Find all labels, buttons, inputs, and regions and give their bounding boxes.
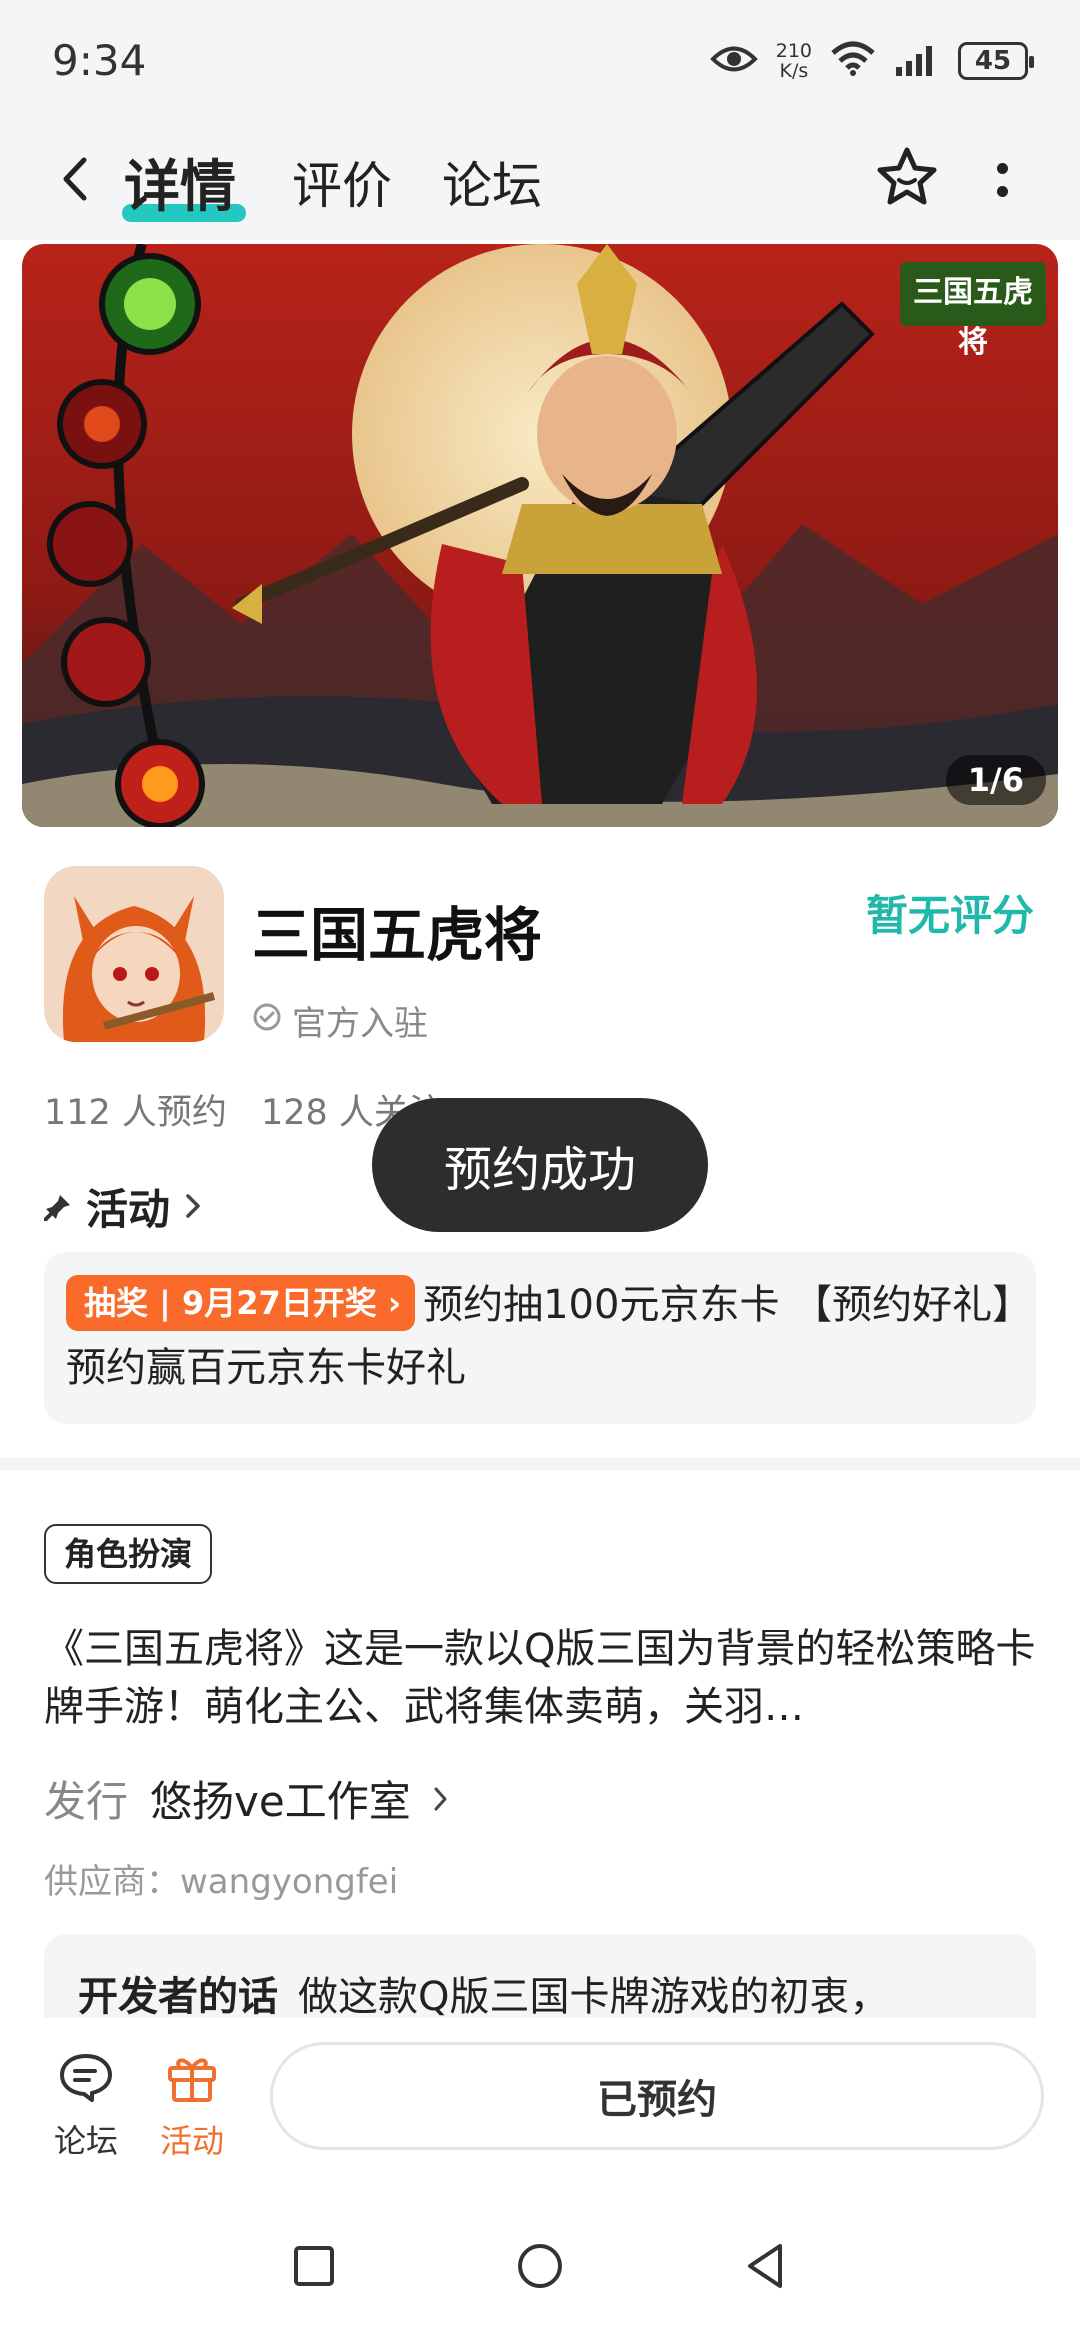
battery-icon: 45: [958, 42, 1034, 80]
genre-tag[interactable]: 角色扮演: [44, 1524, 213, 1584]
activity-tab-label: 活动: [159, 2122, 224, 2160]
back-icon[interactable]: [50, 154, 100, 204]
developer-note-text: 做这款Q版三国卡牌游戏的初衷，: [298, 1974, 890, 2018]
reservation-count: 112 人预约: [44, 1093, 227, 1133]
status-icons: 210 K/s 45: [709, 36, 1034, 86]
recent-apps-icon[interactable]: [284, 2236, 344, 2296]
banner-logo-text: 三国五虎将: [913, 275, 1033, 360]
app-title: 三国五虎将: [252, 901, 543, 969]
tab-forum[interactable]: 论坛: [442, 146, 542, 218]
more-options-icon[interactable]: [984, 152, 1020, 208]
publisher-name: 悠扬ve工作室: [150, 1777, 411, 1826]
reservation-success-toast: 预约成功: [372, 1098, 708, 1232]
net-speed-value: 210: [775, 40, 812, 62]
top-nav: 详情 评价 论坛: [0, 120, 1080, 240]
network-speed: 210 K/s: [776, 41, 812, 81]
chevron-right-icon: [433, 1774, 449, 1823]
tab-details[interactable]: 详情: [124, 142, 236, 223]
net-speed-unit: K/s: [779, 60, 809, 82]
activity-button[interactable]: 活动: [152, 2052, 232, 2162]
tab-reviews[interactable]: 评价: [292, 146, 392, 218]
app-icon: [44, 866, 224, 1042]
banner-page-counter: 1/6: [945, 755, 1046, 805]
reserved-button[interactable]: 已预约: [270, 2042, 1044, 2150]
activity-title: 活动: [86, 1185, 171, 1234]
back-nav-icon[interactable]: [736, 2236, 796, 2296]
lottery-badge-label: 抽奖 | 9月27日开奖: [84, 1284, 377, 1322]
chevron-right-icon: [184, 1182, 202, 1231]
eye-icon: [709, 44, 758, 78]
supplier-info: 供应商：wangyongfei: [44, 1862, 399, 1902]
section-divider: [0, 1458, 1080, 1470]
activity-section-header[interactable]: 活动: [43, 1176, 202, 1237]
lottery-badge[interactable]: 抽奖 | 9月27日开奖 ›: [66, 1275, 416, 1331]
publisher-label: 发行: [44, 1777, 129, 1826]
system-navigation-bar: [0, 2198, 1080, 2331]
status-bar: 9:34 210 K/s 45: [0, 0, 1080, 120]
star-icon[interactable]: [874, 144, 940, 210]
developer-note-label: 开发者的话: [78, 1974, 278, 2018]
rating-label: 暂无评分: [865, 891, 1034, 940]
official-label: 官方入驻: [292, 1004, 428, 1044]
home-icon[interactable]: [510, 2236, 570, 2296]
activity-card[interactable]: 抽奖 | 9月27日开奖 › 预约抽100元京东卡 【预约好礼】预约赢百元京东卡好…: [44, 1252, 1036, 1424]
forum-chat-icon: [58, 2052, 114, 2106]
signal-icon: [894, 41, 940, 81]
wifi-icon: [830, 41, 876, 81]
official-badge: 官方入驻: [252, 996, 428, 1045]
gift-icon: [166, 2052, 218, 2106]
verified-check-icon: [252, 1001, 282, 1041]
bottom-action-bar: 论坛 活动 已预约: [0, 2018, 1080, 2198]
forum-label: 论坛: [53, 2122, 118, 2160]
pin-icon: [43, 1182, 72, 1231]
forum-button[interactable]: 论坛: [46, 2052, 126, 2162]
chevron-right-small-icon: ›: [387, 1284, 402, 1322]
status-time: 9:34: [52, 36, 147, 85]
publisher-row[interactable]: 发行 悠扬ve工作室: [44, 1768, 449, 1829]
developer-note-card[interactable]: 开发者的话 做这款Q版三国卡牌游戏的初衷，: [44, 1934, 1036, 2018]
game-banner-carousel[interactable]: 三国五虎将 1/6: [22, 244, 1058, 827]
game-description[interactable]: 《三国五虎将》这是一款以Q版三国为背景的轻松策略卡牌手游！萌化主公、武将集体卖萌…: [44, 1620, 1040, 1736]
